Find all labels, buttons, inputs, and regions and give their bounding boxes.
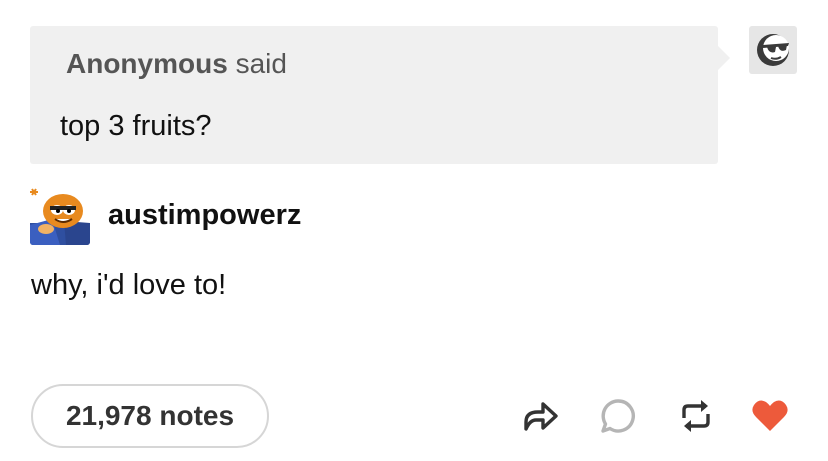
ask-bubble: Anonymous said top 3 fruits? (30, 26, 730, 164)
heart-icon (752, 400, 788, 431)
cartoon-cat-avatar (30, 185, 90, 245)
ask-question: top 3 fruits? (60, 110, 212, 142)
reblog-button[interactable] (676, 396, 716, 436)
answerer-username[interactable]: austimpowerz (108, 199, 301, 232)
notes-button[interactable]: 21,978 notes (31, 384, 269, 448)
like-button[interactable] (750, 396, 790, 436)
reply-button[interactable] (598, 396, 638, 436)
asker-line: Anonymous said (66, 48, 287, 80)
answerer-avatar[interactable] (30, 185, 90, 245)
post: Anonymous said top 3 fruits? austimpower… (0, 0, 828, 461)
asker-name[interactable]: Anonymous (66, 48, 228, 79)
share-arrow-icon (524, 402, 558, 431)
anonymous-avatar[interactable] (749, 26, 797, 74)
answer-text: why, i'd love to! (31, 269, 227, 301)
anonymous-sunglasses-icon (757, 34, 789, 66)
asker-said-label: said (235, 48, 287, 79)
reply-bubble-icon (601, 399, 635, 433)
reblog-icon (682, 400, 710, 432)
share-button[interactable] (520, 396, 560, 436)
